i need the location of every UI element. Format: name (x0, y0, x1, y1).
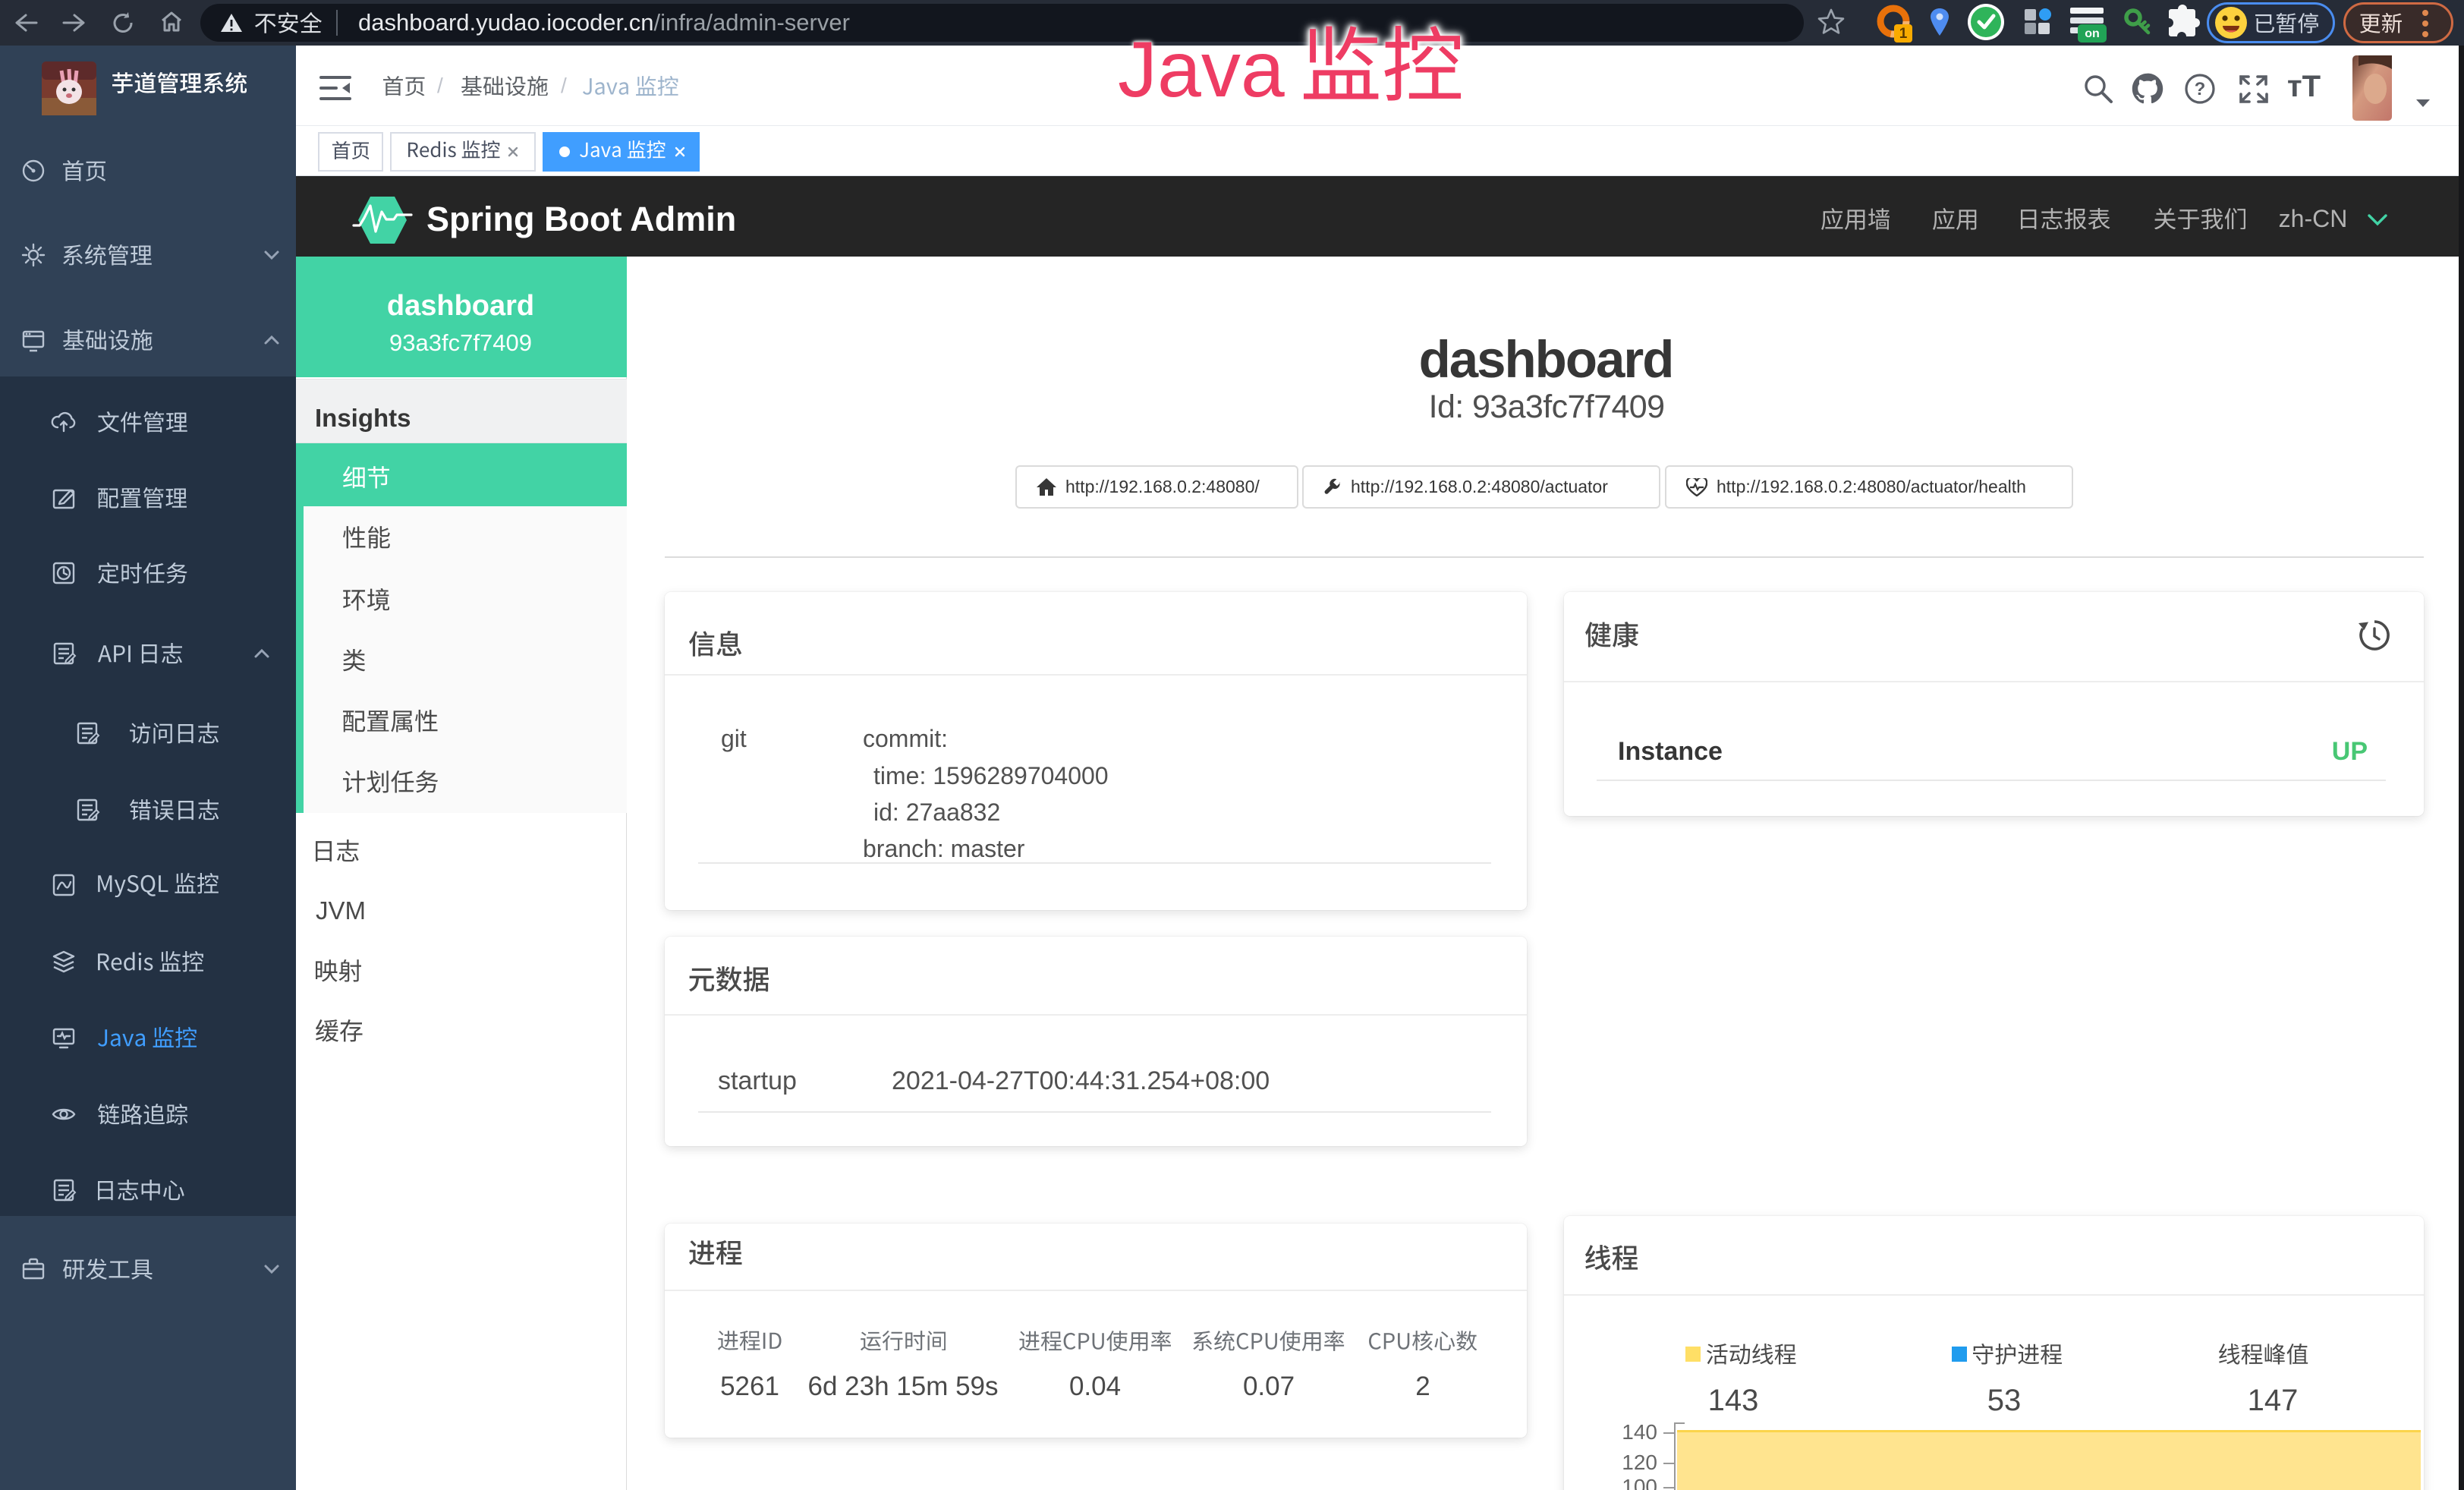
svg-text:1: 1 (1899, 26, 1908, 42)
svg-text:?: ? (2195, 79, 2206, 99)
svg-text:on: on (2085, 27, 2100, 40)
